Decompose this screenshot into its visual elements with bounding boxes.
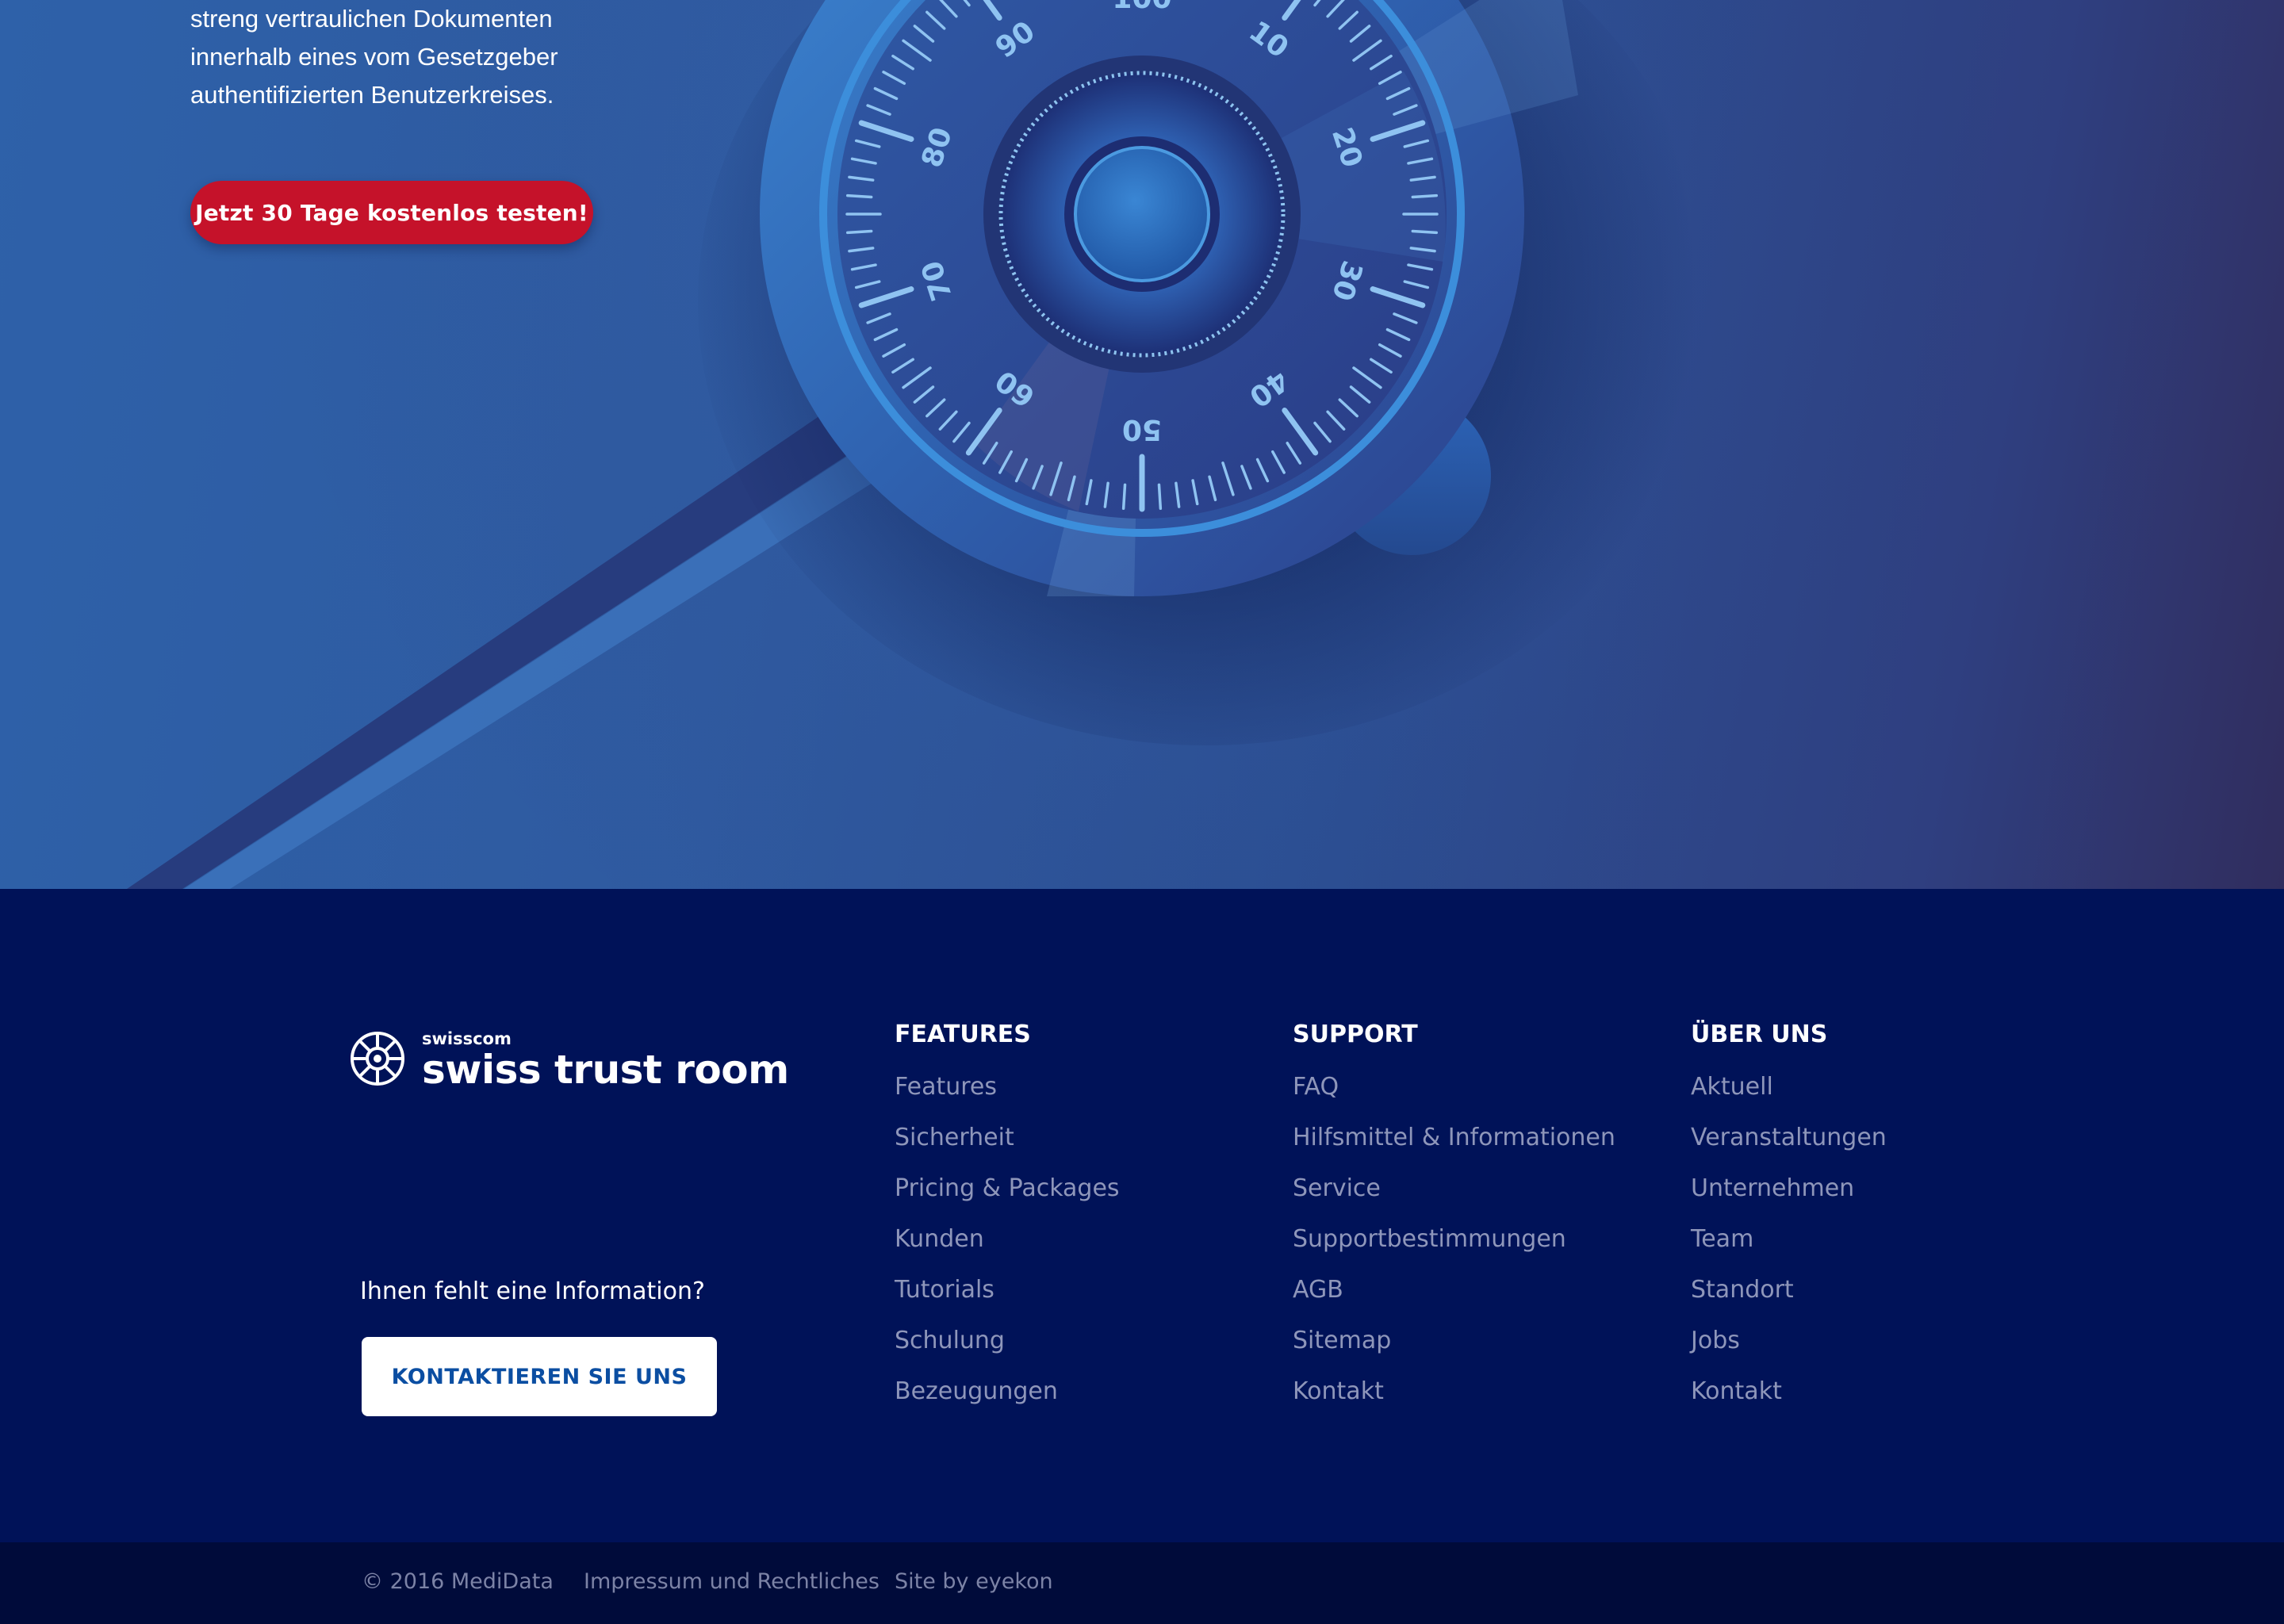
hero-section: 100102030405060708090 streng vertraulich… <box>0 0 2284 889</box>
footer-link[interactable]: AGB <box>1293 1276 1343 1304</box>
logo-swisscom-text: swisscom <box>422 1029 512 1048</box>
dial-tick <box>1157 483 1163 511</box>
missing-info-text: Ihnen fehlt eine Information? <box>360 1277 705 1305</box>
footer-column-features: FEATURES Features Sicherheit Pricing & P… <box>895 1019 1120 1425</box>
page: 100102030405060708090 streng vertraulich… <box>0 0 2284 1624</box>
footer-link[interactable]: Supportbestimmungen <box>1293 1225 1566 1253</box>
footer-link[interactable]: Kontakt <box>1691 1377 1782 1405</box>
hero-text-line: innerhalb eines vom Gesetzgeber <box>190 43 558 71</box>
footer-column-support: SUPPORT FAQ Hilfsmittel & Informationen … <box>1293 1019 1615 1425</box>
swisscom-lifeform-icon <box>351 1032 404 1086</box>
vault-dial-illustration: 100102030405060708090 <box>0 0 2284 889</box>
footer-link[interactable]: FAQ <box>1293 1073 1339 1101</box>
footer-link[interactable]: Sitemap <box>1293 1327 1391 1354</box>
trial-cta-button[interactable]: Jetzt 30 Tage kostenlos testen! <box>190 181 593 244</box>
footer-link[interactable]: Aktuell <box>1691 1073 1773 1101</box>
hero-text-line: authentifizierten Benutzerkreises. <box>190 81 554 109</box>
footer-link[interactable]: Pricing & Packages <box>895 1174 1120 1202</box>
site-by-link[interactable]: Site by eyekon <box>895 1566 1053 1598</box>
footer: swisscom swiss trust room Ihnen fehlt ei… <box>0 889 2284 1542</box>
copyright-text: © 2016 MediData <box>362 1569 554 1594</box>
dial-tick <box>845 229 873 235</box>
swiss-trust-room-logo[interactable]: swisscom swiss trust room <box>349 1030 789 1092</box>
footer-link[interactable]: Standort <box>1691 1276 1794 1304</box>
footer-link[interactable]: Sicherheit <box>895 1124 1014 1151</box>
column-title: ÜBER UNS <box>1691 1021 1828 1048</box>
dial-tick <box>1411 229 1439 235</box>
footer-column-ueber-uns: ÜBER UNS Aktuell Veranstaltungen Unterne… <box>1691 1019 1887 1425</box>
footer-link[interactable]: Schulung <box>895 1327 1005 1354</box>
logo-wordmark: swisscom swiss trust room <box>422 1030 789 1092</box>
footer-link[interactable]: Hilfsmittel & Informationen <box>1293 1124 1615 1151</box>
footer-link[interactable]: Jobs <box>1691 1327 1740 1354</box>
footer-link[interactable]: Tutorials <box>895 1276 994 1304</box>
footer-link[interactable]: Service <box>1293 1174 1381 1202</box>
column-title: SUPPORT <box>1293 1021 1418 1048</box>
footer-link[interactable]: Team <box>1691 1225 1753 1253</box>
logo-product-name: swiss trust room <box>422 1047 789 1093</box>
hero-description: streng vertraulichen Dokumenten innerhal… <box>190 0 634 114</box>
dial-number: 100 <box>1112 0 1171 15</box>
column-title: FEATURES <box>895 1021 1031 1048</box>
impressum-link[interactable]: Impressum und Rechtliches <box>584 1566 879 1598</box>
footer-link[interactable]: Features <box>895 1073 997 1101</box>
contact-us-button[interactable]: KONTAKTIEREN SIE UNS <box>362 1337 717 1416</box>
footer-link[interactable]: Kunden <box>895 1225 984 1253</box>
dial-tick <box>845 193 873 199</box>
dial-number: 50 <box>1122 413 1162 446</box>
bottom-bar: © 2016 MediData Impressum und Rechtliche… <box>0 1542 2284 1624</box>
dial-tick <box>1411 193 1439 199</box>
footer-link[interactable]: Bezeugungen <box>895 1377 1058 1405</box>
footer-link[interactable]: Unternehmen <box>1691 1174 1854 1202</box>
footer-link[interactable]: Veranstaltungen <box>1691 1124 1887 1151</box>
hero-text-line: streng vertraulichen Dokumenten <box>190 5 553 33</box>
dial-tick <box>1121 483 1127 511</box>
footer-link[interactable]: Kontakt <box>1293 1377 1384 1405</box>
